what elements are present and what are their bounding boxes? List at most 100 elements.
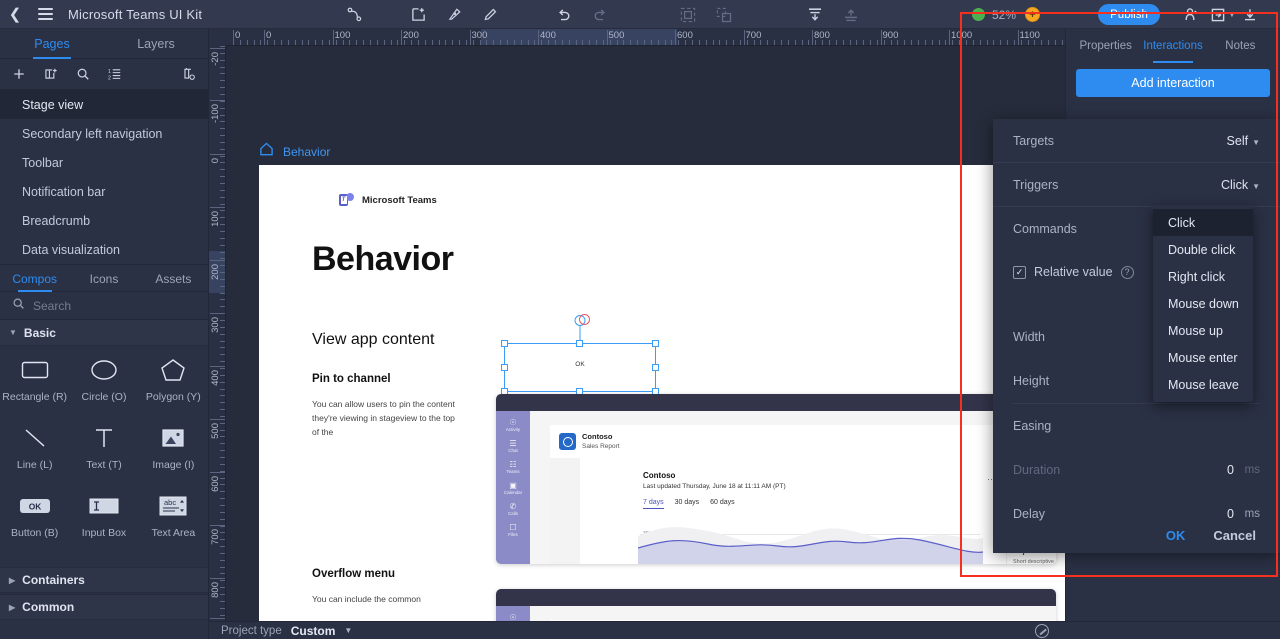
- dropdown-item-mouse-enter[interactable]: Mouse enter: [1153, 344, 1253, 371]
- search-pages-icon[interactable]: [76, 67, 90, 81]
- component-text[interactable]: Text (T): [69, 424, 138, 492]
- triggers-label: Triggers: [1013, 178, 1221, 192]
- ruler-minor-tick: [439, 40, 440, 45]
- ok-button[interactable]: OK: [1166, 528, 1186, 543]
- compass-icon[interactable]: [1035, 624, 1049, 638]
- tab-properties[interactable]: Properties: [1072, 29, 1139, 65]
- undo-icon[interactable]: [546, 0, 582, 29]
- question-mark-icon[interactable]: ?: [1121, 266, 1134, 279]
- send-backward-icon[interactable]: [797, 0, 833, 29]
- ruler-minor-tick: [220, 409, 225, 410]
- targets-row[interactable]: Targets Self▼: [993, 119, 1280, 163]
- ruler-minor-tick: [528, 40, 529, 45]
- dropdown-item-mouse-down[interactable]: Mouse down: [1153, 290, 1253, 317]
- page-item-notification-bar[interactable]: Notification bar: [0, 177, 208, 206]
- dropdown-item-double-click[interactable]: Double click: [1153, 236, 1253, 263]
- bring-forward-icon[interactable]: [833, 0, 869, 29]
- dropdown-item-mouse-leave[interactable]: Mouse leave: [1153, 371, 1253, 398]
- chevron-down-icon[interactable]: ▼: [1228, 10, 1236, 19]
- tab-notes[interactable]: Notes: [1207, 29, 1274, 65]
- tab-pages[interactable]: Pages: [0, 29, 104, 59]
- artboard[interactable]: T Microsoft Teams Behavior View app cont…: [259, 165, 1099, 639]
- targets-value[interactable]: Self▼: [1227, 134, 1260, 148]
- ruler-minor-tick: [815, 40, 816, 45]
- interaction-marker-icon[interactable]: [579, 314, 590, 325]
- delay-value[interactable]: 0: [1194, 507, 1234, 521]
- component-circle[interactable]: Circle (O): [69, 356, 138, 424]
- vertical-ruler[interactable]: -20-1000100200300400500600700800900000: [209, 46, 226, 639]
- connector-icon[interactable]: [336, 0, 372, 29]
- back-icon[interactable]: ❮: [0, 5, 30, 23]
- resize-handle-ne[interactable]: [652, 340, 659, 347]
- range-tab-60-days[interactable]: 60 days: [710, 499, 735, 509]
- zoom-in-icon[interactable]: +: [1025, 7, 1040, 22]
- duration-value[interactable]: 0: [1194, 463, 1234, 477]
- tab-icons[interactable]: Icons: [69, 265, 138, 292]
- page-item-breadcrumb[interactable]: Breadcrumb: [0, 206, 208, 235]
- add-page-icon[interactable]: [12, 67, 26, 81]
- relative-value-checkbox[interactable]: ✓: [1013, 266, 1026, 279]
- ruler-minor-tick: [220, 327, 225, 328]
- resize-handle-nw[interactable]: [501, 340, 508, 347]
- resize-handle-w[interactable]: [501, 364, 508, 371]
- ungroup-icon[interactable]: [706, 0, 742, 29]
- page-item-secondary-left-navigation[interactable]: Secondary left navigation: [0, 119, 208, 148]
- component-polygon[interactable]: Polygon (Y): [139, 356, 208, 424]
- search-input[interactable]: [33, 299, 183, 313]
- cancel-button[interactable]: Cancel: [1213, 528, 1256, 543]
- triggers-value[interactable]: Click▼: [1221, 178, 1260, 192]
- triggers-row[interactable]: Triggers Click▼: [993, 163, 1280, 207]
- component-text-area[interactable]: abc Text Area: [139, 492, 208, 560]
- sort-pages-icon[interactable]: 12: [108, 67, 122, 81]
- page-item-data-visualization[interactable]: Data visualization: [0, 235, 208, 264]
- add-interaction-button[interactable]: Add interaction: [1076, 69, 1270, 97]
- component-rectangle[interactable]: Rectangle (R): [0, 356, 69, 424]
- range-tab-7-days[interactable]: 7 days: [643, 499, 664, 509]
- page-settings-icon[interactable]: [182, 67, 196, 81]
- ruler-minor-tick: [918, 40, 919, 45]
- download-icon[interactable]: [1236, 0, 1264, 29]
- add-folder-icon[interactable]: [44, 67, 58, 81]
- ruler-minor-tick: [939, 40, 940, 45]
- dropdown-item-right-click[interactable]: Right click: [1153, 263, 1253, 290]
- component-button[interactable]: OK Button (B): [0, 492, 69, 560]
- home-icon[interactable]: [259, 142, 274, 161]
- dropdown-item-click[interactable]: Click: [1153, 209, 1253, 236]
- component-image[interactable]: Image (I): [139, 424, 208, 492]
- publish-button[interactable]: Publish: [1098, 4, 1160, 25]
- component-label: Button (B): [11, 527, 58, 539]
- group-header-common[interactable]: ▶ Common: [0, 594, 208, 620]
- resize-handle-e[interactable]: [652, 364, 659, 371]
- add-frame-icon[interactable]: [400, 0, 436, 29]
- dropdown-item-mouse-up[interactable]: Mouse up: [1153, 317, 1253, 344]
- pencil-icon[interactable]: [472, 0, 508, 29]
- page-item-stage-view[interactable]: Stage view: [0, 90, 208, 119]
- resize-handle-n[interactable]: [576, 340, 583, 347]
- breadcrumb-label[interactable]: Behavior: [283, 145, 330, 159]
- project-type-value[interactable]: Custom: [291, 624, 336, 638]
- page-item-toolbar[interactable]: Toolbar: [0, 148, 208, 177]
- preview-icon[interactable]: [1176, 0, 1204, 29]
- tab-compos[interactable]: Compos: [0, 265, 69, 292]
- pen-icon[interactable]: [436, 0, 472, 29]
- redo-icon[interactable]: [582, 0, 618, 29]
- ruler-minor-tick: [507, 40, 508, 45]
- group-icon[interactable]: [670, 0, 706, 29]
- easing-row[interactable]: Easing: [993, 404, 1280, 448]
- duration-row[interactable]: Duration 0 ms: [993, 448, 1280, 492]
- tab-layers[interactable]: Layers: [104, 29, 208, 59]
- hamburger-icon[interactable]: [30, 8, 60, 20]
- range-tab-30-days[interactable]: 30 days: [675, 499, 700, 509]
- group-header-containers[interactable]: ▶ Containers: [0, 567, 208, 593]
- group-header-basic[interactable]: ▼ Basic: [0, 320, 208, 346]
- ruler-tick: [881, 30, 882, 45]
- ruler-minor-tick: [767, 40, 768, 45]
- ruler-minor-tick: [220, 53, 225, 54]
- component-input-box[interactable]: Input Box: [69, 492, 138, 560]
- ruler-minor-tick: [220, 512, 225, 513]
- tab-interactions[interactable]: Interactions: [1139, 29, 1206, 65]
- chevron-down-icon[interactable]: ▼: [344, 626, 352, 635]
- selection-frame[interactable]: OK: [504, 343, 656, 392]
- component-line[interactable]: Line (L): [0, 424, 69, 492]
- tab-assets[interactable]: Assets: [139, 265, 208, 292]
